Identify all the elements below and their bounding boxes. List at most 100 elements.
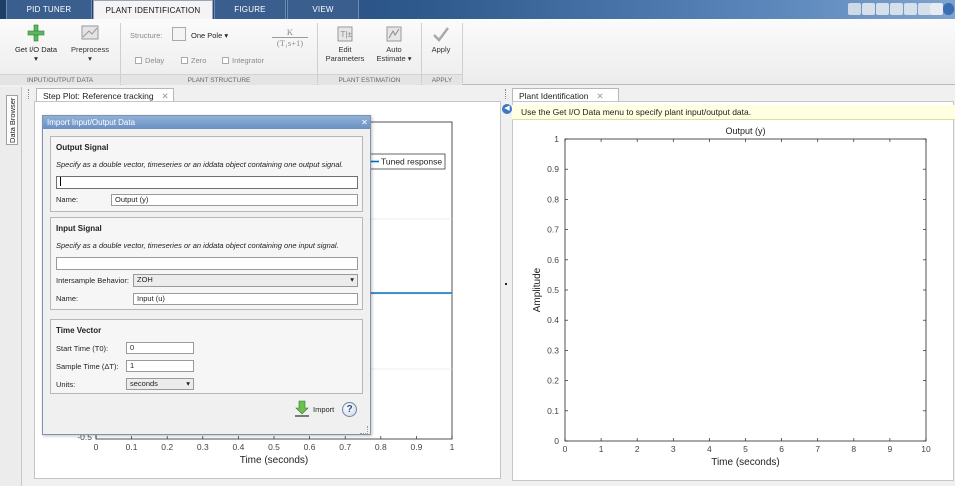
x-tick-label: 3 — [671, 444, 676, 454]
layout-icon[interactable] — [930, 3, 943, 15]
integrator-checkbox[interactable]: Integrator — [222, 56, 264, 65]
output-signal-group: Output Signal Specify as a double vector… — [50, 136, 363, 212]
zero-checkbox[interactable]: Zero — [181, 56, 206, 65]
auto-estimate-dropdown[interactable]: Estimate ▾ — [372, 54, 416, 63]
info-bar: Use the Get I/O Data menu to specify pla… — [512, 105, 955, 120]
x-axis-label: Time (seconds) — [240, 455, 309, 466]
copy-icon[interactable] — [876, 3, 889, 15]
chevron-down-icon: ▾ — [407, 54, 412, 63]
chevron-down-icon: ▾ — [34, 54, 38, 63]
zero-check-box[interactable] — [181, 57, 188, 64]
y-tick-label: 0.3 — [547, 345, 559, 355]
x-tick-label: 0 — [94, 442, 99, 452]
legend-label: Tuned response — [381, 157, 442, 167]
apply-button[interactable]: Apply — [424, 25, 458, 54]
x-tick-label: 0.1 — [126, 442, 138, 452]
apply-label: Apply — [431, 45, 451, 54]
undo-icon[interactable] — [904, 3, 917, 15]
import-label: Import — [313, 405, 335, 414]
output-signal-title: Output Signal — [56, 143, 109, 152]
y-tick-label: 0.1 — [547, 406, 559, 416]
start-time-field[interactable]: 0 — [126, 342, 194, 354]
x-axis-label: Time (seconds) — [711, 457, 780, 468]
data-browser-panel — [0, 87, 22, 486]
auto-label-1: Auto — [386, 45, 402, 54]
collapse-info-icon[interactable]: ◀ — [502, 104, 512, 114]
x-tick-label: 8 — [851, 444, 856, 454]
input-signal-input[interactable] — [56, 257, 358, 270]
text-cursor — [60, 177, 64, 186]
time-vector-group: Time Vector Start Time (T0): 0 Sample Ti… — [50, 319, 363, 394]
plot-area — [564, 138, 927, 442]
output-name-field[interactable]: Output (y) — [111, 194, 358, 206]
tab-pid-tuner[interactable]: PID TUNER — [6, 0, 92, 19]
data-browser-label[interactable]: Data Browser — [8, 97, 17, 143]
section-plant-structure: PLANT STRUCTURE — [121, 74, 317, 85]
delay-check-box[interactable] — [135, 57, 142, 64]
auto-estimate-button[interactable]: Auto Estimate ▾ — [372, 25, 416, 63]
chevron-down-icon: ▾ — [224, 31, 229, 40]
y-tick-label: 0.4 — [547, 315, 559, 325]
tab-figure[interactable]: FIGURE — [214, 0, 286, 19]
resize-grip[interactable] — [360, 426, 368, 434]
chevron-down-icon: ▾ — [88, 54, 92, 63]
units-dropdown[interactable]: seconds ▾ — [126, 378, 194, 390]
delay-checkbox[interactable]: Delay — [135, 56, 164, 65]
input-name-label: Name: — [56, 294, 79, 303]
preprocess-label: Preprocess — [71, 45, 109, 54]
intersample-label: Intersample Behavior: — [56, 276, 129, 285]
x-tick-label: 0.7 — [339, 442, 351, 452]
integrator-check-box[interactable] — [222, 57, 229, 64]
zero-label: Zero — [191, 56, 207, 65]
checkmark-icon — [433, 27, 449, 42]
edit-label-1: Edit — [338, 45, 352, 54]
preprocess-button[interactable]: Preprocess ▾ — [64, 23, 116, 63]
x-tick-label: 10 — [921, 444, 931, 454]
input-name-field[interactable]: Input (u) — [133, 293, 358, 305]
left-doc-grip[interactable] — [28, 89, 32, 99]
output-signal-input[interactable] — [56, 176, 358, 189]
step-plot-tab-label: Step Plot: Reference tracking — [43, 91, 154, 101]
x-tick-label: 4 — [707, 444, 712, 454]
start-time-label: Start Time (T0): — [56, 344, 109, 353]
save-icon[interactable] — [848, 3, 861, 15]
y-tick-label: 0.5 — [547, 285, 559, 295]
splitter-dot — [505, 283, 507, 285]
chevron-down-icon: ▾ — [186, 379, 190, 388]
structure-icon — [172, 27, 186, 41]
svg-text:T|±: T|± — [341, 30, 353, 39]
tab-view[interactable]: VIEW — [287, 0, 359, 19]
y-axis-label: Amplitude — [532, 267, 543, 312]
right-doc-grip[interactable] — [505, 89, 509, 99]
panel-splitter[interactable] — [501, 101, 510, 481]
close-icon[interactable]: ✕ — [359, 116, 370, 129]
edit-parameters-button[interactable]: T|± Edit Parameters — [322, 25, 368, 63]
x-tick-label: 6 — [779, 444, 784, 454]
info-message: Use the Get I/O Data menu to specify pla… — [521, 107, 752, 117]
help-icon[interactable]: ? — [342, 402, 357, 417]
close-icon[interactable]: ✕ — [596, 91, 603, 101]
intersample-dropdown[interactable]: ZOH ▾ — [133, 274, 358, 287]
paste-icon[interactable] — [890, 3, 903, 15]
x-tick-label: 0.8 — [375, 442, 387, 452]
ribbon: Get I/O Data ▾ Preprocess ▾ Structure: O… — [0, 19, 955, 85]
x-tick-label: 0.5 — [268, 442, 280, 452]
x-tick-label: 0.9 — [410, 442, 422, 452]
sample-time-field[interactable]: 1 — [126, 360, 194, 372]
get-io-data-label: Get I/O Data — [14, 45, 58, 54]
structure-dropdown[interactable]: One Pole ▾ — [191, 31, 228, 40]
structure-label: Structure: — [130, 31, 163, 40]
transfer-function-formula: K (T₁s+1) — [272, 27, 308, 48]
section-apply: APPLY — [422, 74, 462, 85]
tab-plant-identification[interactable]: PLANT IDENTIFICATION — [93, 0, 213, 20]
formula-denominator: (T₁s+1) — [272, 37, 308, 48]
import-arrow-icon — [295, 400, 309, 417]
cut-icon[interactable] — [862, 3, 875, 15]
close-icon[interactable]: ✕ — [162, 91, 169, 101]
chevron-down-icon: ▾ — [350, 275, 354, 284]
help-icon[interactable] — [943, 3, 954, 15]
add-data-icon — [27, 24, 45, 42]
chart-title: Output (y) — [725, 126, 765, 136]
x-tick-label: 0.2 — [161, 442, 173, 452]
get-io-data-button[interactable]: Get I/O Data ▾ — [12, 23, 60, 63]
